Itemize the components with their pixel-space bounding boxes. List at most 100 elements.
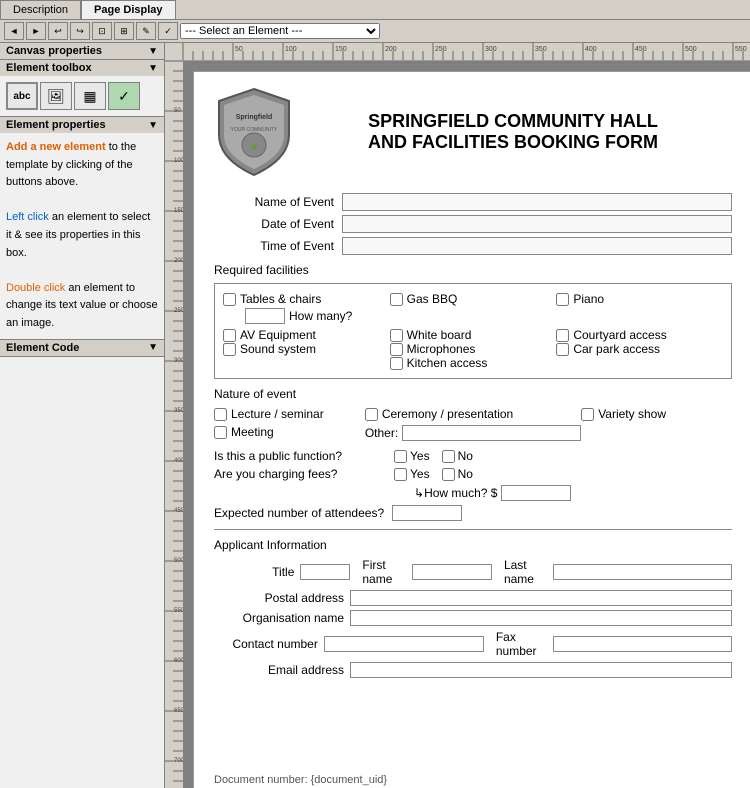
toolbar-btn-1[interactable]: ◄ bbox=[4, 22, 24, 40]
facility-microphones-check[interactable] bbox=[390, 343, 403, 356]
toolbox-image-icon[interactable]: 🖼 bbox=[40, 82, 72, 110]
element-code-arrow[interactable]: ▼ bbox=[148, 342, 158, 353]
contact-row: Contact number Fax number bbox=[214, 630, 732, 658]
date-of-event-input[interactable] bbox=[342, 215, 732, 233]
email-label: Email address bbox=[214, 663, 344, 677]
date-of-event-row: Date of Event bbox=[214, 215, 732, 233]
facility-av-check[interactable] bbox=[223, 329, 236, 342]
fax-input[interactable] bbox=[553, 636, 732, 652]
divider bbox=[214, 529, 732, 530]
toolbar-btn-3[interactable]: ↩ bbox=[48, 22, 68, 40]
top-tabs: Description Page Display bbox=[0, 0, 750, 20]
name-of-event-input[interactable] bbox=[342, 193, 732, 211]
facilities-row-1: Tables & chairs How many? AV Equipment bbox=[223, 292, 723, 370]
public-function-no-label: No bbox=[458, 449, 473, 463]
email-row: Email address bbox=[214, 662, 732, 678]
toolbox-check-icon[interactable]: ✓ bbox=[108, 82, 140, 110]
add-new-element-link[interactable]: Add a new element bbox=[6, 141, 106, 153]
how-much-input[interactable] bbox=[501, 485, 571, 501]
first-name-input[interactable] bbox=[412, 564, 492, 580]
facility-courtyard: Courtyard access bbox=[556, 328, 723, 342]
toolbar-btn-8[interactable]: ✓ bbox=[158, 22, 178, 40]
svg-text:Springfield: Springfield bbox=[236, 114, 273, 121]
toolbar-btn-6[interactable]: ⊞ bbox=[114, 22, 134, 40]
toolbox-text-icon[interactable]: abc bbox=[6, 82, 38, 110]
how-much-row: ↳ How much? $ bbox=[414, 485, 732, 501]
facility-piano-check[interactable] bbox=[556, 293, 569, 306]
toolbar-btn-5[interactable]: ⊡ bbox=[92, 22, 112, 40]
last-name-input[interactable] bbox=[553, 564, 732, 580]
nature-other-row: Other: bbox=[365, 425, 581, 441]
email-input[interactable] bbox=[350, 662, 732, 678]
public-function-no-check[interactable] bbox=[442, 450, 455, 463]
form-title: SPRINGFIELD COMMUNITY HALL AND FACILITIE… bbox=[294, 111, 732, 153]
properties-content: Add a new element to the template by cli… bbox=[0, 133, 164, 339]
tab-description[interactable]: Description bbox=[0, 0, 81, 19]
element-toolbox-arrow[interactable]: ▼ bbox=[148, 63, 158, 74]
svg-text:50: 50 bbox=[235, 46, 243, 53]
svg-text:150: 150 bbox=[174, 208, 183, 214]
org-input[interactable] bbox=[350, 610, 732, 626]
app-title-row: Title First name Last name bbox=[214, 558, 732, 586]
canvas-properties-header[interactable]: Canvas properties ▼ bbox=[0, 43, 164, 59]
element-toolbox-header[interactable]: Element toolbox ▼ bbox=[0, 60, 164, 76]
facility-whiteboard-check[interactable] bbox=[390, 329, 403, 342]
form-title-line1: SPRINGFIELD COMMUNITY HALL bbox=[294, 111, 732, 132]
nature-row-1: Lecture / seminar Meeting Ce bbox=[214, 407, 732, 441]
attendees-input[interactable] bbox=[392, 505, 462, 521]
contact-input[interactable] bbox=[324, 636, 484, 652]
toolbox-table-icon[interactable]: ▦ bbox=[74, 82, 106, 110]
tab-page-display[interactable]: Page Display bbox=[81, 0, 175, 19]
facility-gas-bbq-check[interactable] bbox=[390, 293, 403, 306]
nature-ceremony-check[interactable] bbox=[365, 408, 378, 421]
facility-car-park-check[interactable] bbox=[556, 343, 569, 356]
name-of-event-label: Name of Event bbox=[214, 195, 334, 209]
element-properties-arrow[interactable]: ▼ bbox=[148, 120, 158, 131]
charging-fees-yes-check[interactable] bbox=[394, 468, 407, 481]
nature-col-1: Lecture / seminar Meeting bbox=[214, 407, 365, 441]
toolbar-btn-2[interactable]: ► bbox=[26, 22, 46, 40]
canvas-properties-section: Canvas properties ▼ bbox=[0, 43, 164, 60]
facility-courtyard-check[interactable] bbox=[556, 329, 569, 342]
nature-meeting-check[interactable] bbox=[214, 426, 227, 439]
time-of-event-input[interactable] bbox=[342, 237, 732, 255]
nature-lecture-check[interactable] bbox=[214, 408, 227, 421]
element-code-header[interactable]: Element Code ▼ bbox=[0, 340, 164, 356]
postal-input[interactable] bbox=[350, 590, 732, 606]
nature-of-event-title: Nature of event bbox=[214, 387, 732, 401]
svg-text:550: 550 bbox=[735, 46, 747, 53]
svg-text:550: 550 bbox=[174, 608, 183, 614]
charging-fees-no-check[interactable] bbox=[442, 468, 455, 481]
nature-col-2: Ceremony / presentation Other: bbox=[365, 407, 581, 441]
svg-text:50: 50 bbox=[174, 108, 181, 114]
form-title-line2: AND FACILITIES BOOKING FORM bbox=[294, 132, 732, 153]
title-label: Title bbox=[214, 565, 294, 579]
element-properties-header[interactable]: Element properties ▼ bbox=[0, 117, 164, 133]
element-toolbox-section: Element toolbox ▼ abc 🖼 ▦ ✓ bbox=[0, 60, 164, 117]
nature-variety-check[interactable] bbox=[581, 408, 594, 421]
org-label: Organisation name bbox=[214, 611, 344, 625]
element-code-section: Element Code ▼ bbox=[0, 340, 164, 357]
facility-tables-chairs-check[interactable] bbox=[223, 293, 236, 306]
title-input[interactable] bbox=[300, 564, 350, 580]
facility-whiteboard: White board bbox=[390, 328, 557, 342]
canvas-scroll[interactable]: /* ruler ticks rendered below */ 5010015… bbox=[165, 43, 750, 788]
ruler-v-svg: 5010015020025030035040045050055060065070… bbox=[165, 61, 183, 788]
facility-kitchen-check[interactable] bbox=[390, 357, 403, 370]
springfield-logo: Springfield YOUR COMMUNITY 🌿 bbox=[214, 87, 294, 177]
element-selector-dropdown[interactable]: --- Select an Element --- bbox=[180, 23, 380, 39]
canvas-properties-arrow[interactable]: ▼ bbox=[148, 46, 158, 57]
first-name-label: First name bbox=[362, 558, 408, 586]
public-function-yes-check[interactable] bbox=[394, 450, 407, 463]
how-many-input[interactable] bbox=[245, 308, 285, 324]
nature-other-input[interactable] bbox=[402, 425, 581, 441]
element-properties-section: Element properties ▼ Add a new element t… bbox=[0, 117, 164, 340]
element-selector-bar: ◄ ► ↩ ↪ ⊡ ⊞ ✎ ✓ --- Select an Element --… bbox=[0, 20, 750, 43]
toolbar-btn-7[interactable]: ✎ bbox=[136, 22, 156, 40]
facilities-col-3: Piano Courtyard access Car park access bbox=[556, 292, 723, 356]
toolbar-btn-4[interactable]: ↪ bbox=[70, 22, 90, 40]
public-function-no: No bbox=[442, 449, 473, 463]
facility-sound-check[interactable] bbox=[223, 343, 236, 356]
double-click-text: Double click bbox=[6, 282, 65, 294]
document-number: Document number: {document_uid} bbox=[214, 774, 387, 786]
